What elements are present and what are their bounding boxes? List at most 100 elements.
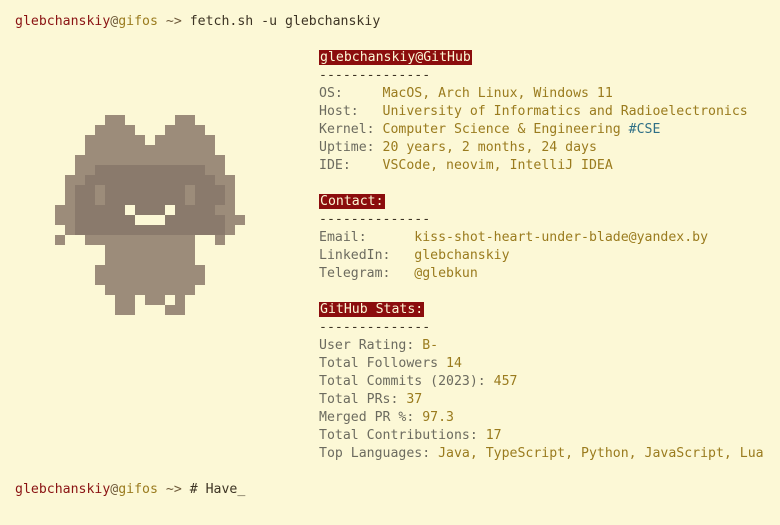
- avatar-pixel: [165, 255, 175, 265]
- avatar-pixel: [75, 185, 85, 195]
- avatar-pixel: [155, 235, 165, 245]
- avatar-pixel: [125, 165, 135, 175]
- avatar-pixel: [175, 285, 185, 295]
- avatar-pixel: [215, 175, 225, 185]
- avatar-pixel: [225, 195, 235, 205]
- avatar-pixel: [215, 215, 225, 225]
- avatar-pixel: [195, 175, 205, 185]
- field-key: Email:: [319, 230, 415, 245]
- stats-header: GitHub Stats:: [319, 302, 425, 317]
- avatar-pixel: [95, 125, 105, 135]
- avatar-pixel: [115, 205, 125, 215]
- avatar-pixel: [205, 185, 215, 195]
- avatar-pixel: [185, 255, 195, 265]
- avatar-pixel: [115, 275, 125, 285]
- prompt-host: gifos: [118, 482, 158, 497]
- avatar-pixel: [75, 215, 85, 225]
- avatar-pixel: [105, 205, 115, 215]
- avatar-pixel: [55, 235, 65, 245]
- avatar-pixel: [205, 155, 215, 165]
- avatar-pixel: [165, 185, 175, 195]
- avatar-pixel: [95, 155, 105, 165]
- avatar-pixel: [195, 275, 205, 285]
- field-key: Kernel:: [319, 122, 383, 137]
- field-value: University of Informatics and Radioelect…: [382, 104, 748, 119]
- avatar-pixel: [125, 235, 135, 245]
- avatar-pixel: [125, 175, 135, 185]
- avatar-pixel: [115, 305, 125, 315]
- avatar-pixel: [185, 165, 195, 175]
- field-key: OS:: [319, 86, 383, 101]
- avatar-pixel: [215, 165, 225, 175]
- avatar-pixel: [175, 165, 185, 175]
- avatar-pixel: [165, 145, 175, 155]
- contact-row: Telegram: @glebkun: [319, 265, 478, 283]
- avatar-pixel: [105, 145, 115, 155]
- avatar-pixel: [85, 205, 95, 215]
- avatar-pixel: [125, 125, 135, 135]
- contact-header: Contact:: [319, 194, 385, 209]
- avatar-pixel: [95, 225, 105, 235]
- avatar-pixel: [205, 195, 215, 205]
- stats-row: Total Contributions: 17: [319, 427, 502, 445]
- avatar-pixel: [125, 155, 135, 165]
- avatar-pixel: [145, 285, 155, 295]
- avatar-pixel: [115, 135, 125, 145]
- avatar-pixel: [55, 205, 65, 215]
- avatar-pixel: [145, 225, 155, 235]
- avatar-pixel: [105, 185, 115, 195]
- avatar-pixel: [115, 265, 125, 275]
- avatar-pixel: [185, 215, 195, 225]
- avatar-pixel: [115, 295, 125, 305]
- stats-row: Top Languages: Java, TypeScript, Python,…: [319, 445, 764, 463]
- avatar-pixel: [185, 115, 195, 125]
- avatar-pixel: [115, 155, 125, 165]
- avatar-pixel: [95, 215, 105, 225]
- avatar-pixel: [125, 145, 135, 155]
- avatar-pixel: [165, 195, 175, 205]
- avatar-pixel: [195, 145, 205, 155]
- field-key: Total Commits (2023):: [319, 374, 494, 389]
- hashtag: #CSE: [628, 122, 661, 137]
- avatar-pixel: [85, 145, 95, 155]
- avatar-pixel: [105, 255, 115, 265]
- avatar-pixel: [85, 195, 95, 205]
- avatar-pixel: [155, 245, 165, 255]
- avatar-pixel: [95, 175, 105, 185]
- avatar-pixel: [225, 225, 235, 235]
- avatar-pixel: [155, 175, 165, 185]
- contact-row: LinkedIn: glebchanskiy: [319, 247, 510, 265]
- avatar-pixel: [195, 165, 205, 175]
- avatar-pixel: [95, 265, 105, 275]
- avatar-pixel: [95, 205, 105, 215]
- avatar-pixel: [105, 115, 115, 125]
- avatar-pixel: [85, 215, 95, 225]
- avatar-pixel: [185, 195, 195, 205]
- avatar-pixel: [225, 185, 235, 195]
- avatar-pixel: [85, 175, 95, 185]
- avatar-pixel: [205, 215, 215, 225]
- field-key: Host:: [319, 104, 383, 119]
- avatar-pixel: [155, 205, 165, 215]
- avatar-pixel: [125, 295, 135, 305]
- stats-row: Total PRs: 37: [319, 391, 422, 409]
- avatar-pixel: [125, 275, 135, 285]
- avatar-pixel: [185, 265, 195, 275]
- avatar-pixel: [155, 135, 165, 145]
- avatar-pixel: [165, 225, 175, 235]
- field-key: Total Followers: [319, 356, 447, 371]
- avatar-pixel: [155, 225, 165, 235]
- avatar-pixel: [125, 185, 135, 195]
- avatar-pixel: [105, 275, 115, 285]
- bottom-prompt-line: glebchanskiy@gifos ~> # Have_: [15, 481, 245, 499]
- system-info-row: OS: MacOS, Arch Linux, Windows 11: [319, 85, 613, 103]
- avatar-pixel: [145, 175, 155, 185]
- divider: --------------: [319, 68, 431, 83]
- avatar-pixel: [165, 305, 175, 315]
- avatar-pixel: [165, 245, 175, 255]
- typed-command[interactable]: # Have_: [190, 482, 246, 497]
- avatar-pixel: [175, 175, 185, 185]
- avatar-pixel: [185, 275, 195, 285]
- field-value: @glebkun: [414, 266, 478, 281]
- field-value: kiss-shot-heart-under-blade@yandex.by: [414, 230, 709, 245]
